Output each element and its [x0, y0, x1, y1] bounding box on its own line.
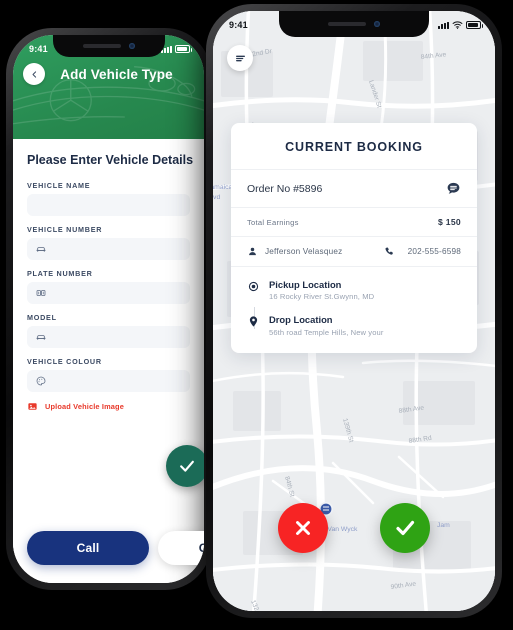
right-status-icons: [438, 21, 483, 29]
back-button[interactable]: [23, 63, 45, 85]
reject-booking-button[interactable]: [278, 503, 328, 553]
mockup-stage: 9:41 Add Vehicle Type Please Enter Vehic…: [0, 0, 513, 630]
close-x-icon: [296, 521, 310, 535]
drop-location-title: Drop Location: [269, 314, 333, 326]
booking-card-title: CURRENT BOOKING: [231, 123, 477, 170]
pickup-location-text: Pickup Location 16 Rocky River St.Gwynn,…: [269, 279, 374, 301]
booking-contact-row: Jefferson Velasquez 202-555-6598: [231, 237, 477, 267]
booking-earnings-row: Total Earnings $ 150: [231, 208, 477, 237]
right-notch: [279, 11, 429, 37]
drop-location-text: Drop Location 56th road Temple Hills, Ne…: [269, 314, 383, 336]
left-header-row: Add Vehicle Type: [13, 63, 204, 85]
check-icon: [396, 520, 415, 536]
cancel-button[interactable]: Cancel: [158, 531, 204, 565]
chevron-left-icon: [32, 70, 36, 78]
person-icon: [249, 247, 256, 256]
signal-icon: [438, 21, 449, 29]
booking-actions: [213, 503, 495, 553]
chat-bubble-icon[interactable]: [446, 181, 461, 196]
label-vehicle-colour: VEHICLE COLOUR: [27, 357, 102, 366]
input-vehicle-name[interactable]: [27, 194, 190, 216]
wifi-icon: [452, 21, 463, 29]
upload-vehicle-image-label: Upload Vehicle Image: [45, 402, 124, 411]
phone-right: 82nd Dr 84th Ave Lander St 139th St 87th…: [206, 4, 502, 618]
label-vehicle-number: VEHICLE NUMBER: [27, 225, 103, 234]
page-title: Add Vehicle Type: [60, 66, 173, 82]
left-status-time: 9:41: [29, 44, 48, 54]
vehicle-form: Please Enter Vehicle Details VEHICLE NAM…: [13, 139, 204, 583]
color-palette-icon: [36, 376, 46, 386]
pickup-location-address: 16 Rocky River St.Gwynn, MD: [269, 292, 375, 302]
front-camera: [128, 43, 135, 49]
confirm-fab[interactable]: [166, 445, 204, 487]
earpiece-speaker: [82, 44, 121, 48]
earpiece-speaker: [328, 22, 366, 26]
pickup-location-row: Pickup Location 16 Rocky River St.Gwynn,…: [247, 279, 461, 301]
input-plate-number[interactable]: [27, 282, 190, 304]
map-pin-icon: [249, 316, 258, 327]
left-button-row: Call Cancel: [13, 531, 204, 565]
left-notch: [52, 35, 165, 57]
form-heading: Please Enter Vehicle Details: [27, 153, 194, 167]
drop-location-address: 56th road Temple Hills, New your: [269, 327, 384, 337]
car-icon: [36, 247, 46, 252]
front-camera: [374, 21, 380, 27]
booking-order-row: Order No #5896: [231, 170, 477, 208]
battery-icon: [466, 21, 483, 29]
drop-location-row: Drop Location 56th road Temple Hills, Ne…: [247, 314, 461, 337]
booking-locations: Pickup Location 16 Rocky River St.Gwynn,…: [231, 267, 477, 353]
label-vehicle-name: VEHICLE NAME: [27, 181, 91, 190]
label-model: MODEL: [27, 313, 57, 322]
phone-left: 9:41 Add Vehicle Type Please Enter Vehic…: [6, 28, 211, 590]
customer-name: Jefferson Velasquez: [265, 247, 343, 256]
phone-right-screen: 82nd Dr 84th Ave Lander St 139th St 87th…: [213, 11, 495, 611]
order-number: Order No #5896: [247, 182, 323, 195]
earnings-label: Total Earnings: [247, 217, 299, 227]
target-pin-icon: [248, 281, 259, 292]
car-icon: [36, 335, 46, 340]
menu-button[interactable]: [227, 45, 253, 71]
current-booking-card: CURRENT BOOKING Order No #5896 Total Ear…: [231, 123, 477, 353]
check-icon: [180, 460, 194, 472]
earnings-value: $ 150: [437, 217, 461, 227]
customer-phone: 202-555-6598: [407, 247, 461, 256]
input-model[interactable]: [27, 326, 190, 348]
phone-left-screen: 9:41 Add Vehicle Type Please Enter Vehic…: [13, 35, 204, 583]
hamburger-menu-icon: [235, 55, 245, 61]
input-vehicle-colour[interactable]: [27, 370, 190, 392]
battery-icon: [175, 45, 192, 53]
input-vehicle-number[interactable]: [27, 238, 190, 260]
accept-booking-button[interactable]: [380, 503, 430, 553]
right-status-time: 9:41: [229, 20, 248, 30]
image-icon: [28, 403, 37, 410]
left-status-icons: [161, 45, 192, 53]
label-plate-number: PLATE NUMBER: [27, 269, 93, 278]
map-transit-label-left-2: Blvd: [213, 194, 220, 201]
upload-vehicle-image-button[interactable]: Upload Vehicle Image: [27, 401, 190, 412]
phone-icon[interactable]: [384, 246, 395, 257]
pickup-location-title: Pickup Location: [269, 279, 342, 290]
call-button[interactable]: Call: [27, 531, 149, 565]
license-plate-icon: [36, 290, 46, 296]
